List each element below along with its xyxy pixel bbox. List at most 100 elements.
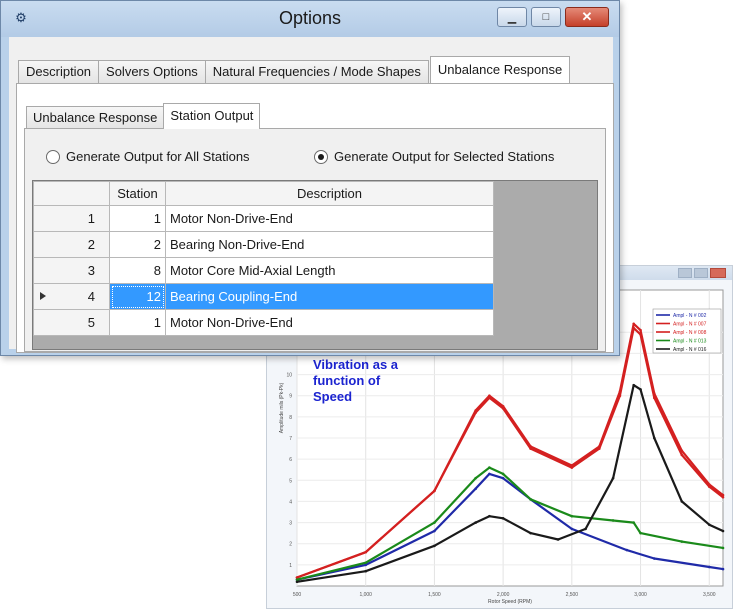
radio-all-stations-label: Generate Output for All Stations bbox=[66, 149, 250, 164]
column-header-station[interactable]: Station bbox=[109, 181, 166, 206]
series-point bbox=[598, 447, 601, 450]
radio-selected-stations[interactable]: Generate Output for Selected Stations bbox=[314, 149, 554, 164]
series-point bbox=[632, 383, 635, 387]
series-point bbox=[639, 333, 642, 336]
tab-unbalance-response[interactable]: Unbalance Response bbox=[429, 56, 571, 83]
series-point bbox=[707, 565, 711, 569]
radio-selected-stations-button[interactable] bbox=[314, 149, 328, 164]
series-point bbox=[639, 531, 642, 535]
description-cell[interactable]: Bearing Non-Drive-End bbox=[165, 231, 494, 258]
legend-entry: Ampl - N # 007 bbox=[673, 322, 707, 328]
column-header-description[interactable]: Description bbox=[165, 181, 494, 206]
subtab-station-output[interactable]: Station Output bbox=[163, 103, 261, 129]
tab-description[interactable]: Description bbox=[18, 60, 100, 83]
x-tick-label: 3,500 bbox=[703, 592, 716, 598]
series-point bbox=[474, 521, 477, 524]
series-point bbox=[652, 557, 656, 560]
series-point bbox=[570, 514, 574, 518]
row-header[interactable]: 5 bbox=[33, 309, 110, 336]
legend-entry: Ampl - N # 016 bbox=[673, 347, 707, 353]
series-point bbox=[474, 411, 477, 414]
chart-title-line-1: Vibration as a bbox=[313, 357, 399, 372]
series-point bbox=[618, 394, 622, 398]
station-cell[interactable]: 8 bbox=[109, 257, 166, 284]
series-point bbox=[433, 529, 436, 533]
radio-all-stations[interactable]: Generate Output for All Stations bbox=[46, 149, 250, 164]
table-header-row: Station Description bbox=[33, 181, 494, 206]
description-cell[interactable]: Motor Non-Drive-End bbox=[165, 205, 494, 232]
x-axis-label: Rotor Speed (RPM) bbox=[488, 599, 532, 605]
series-point bbox=[501, 476, 505, 480]
description-cell[interactable]: Bearing Coupling-End bbox=[165, 283, 494, 310]
series-point bbox=[501, 472, 505, 476]
series-point bbox=[501, 517, 505, 520]
y-tick-label: 10 bbox=[286, 373, 292, 379]
series-point bbox=[652, 436, 656, 440]
series-point bbox=[570, 527, 574, 531]
series-point bbox=[680, 453, 684, 457]
station-table: Station Description 1 1 Motor Non-Drive-… bbox=[33, 181, 494, 336]
row-header[interactable]: 3 bbox=[33, 257, 110, 284]
x-tick-label: 2,000 bbox=[497, 592, 510, 598]
row-header[interactable]: 1 bbox=[33, 205, 110, 232]
station-cell[interactable]: 12 bbox=[109, 283, 166, 310]
series-point bbox=[433, 521, 436, 524]
subtab-unbalance-response[interactable]: Unbalance Response bbox=[26, 106, 165, 129]
grid-corner-header[interactable] bbox=[33, 181, 110, 206]
series-point bbox=[488, 396, 491, 400]
maximize-button[interactable]: □ bbox=[531, 7, 561, 27]
series-point bbox=[680, 540, 684, 543]
description-cell[interactable]: Motor Core Mid-Axial Length bbox=[165, 257, 494, 284]
radio-all-stations-button[interactable] bbox=[46, 149, 60, 164]
chart-title-line-3: Speed bbox=[313, 389, 353, 404]
y-tick-label: 1 bbox=[289, 563, 292, 569]
y-tick-label: 9 bbox=[289, 394, 292, 400]
maximize-icon: □ bbox=[542, 11, 550, 23]
series-point bbox=[364, 561, 368, 565]
series-point bbox=[611, 476, 615, 480]
y-tick-label: 4 bbox=[289, 499, 292, 505]
series-point bbox=[529, 531, 532, 535]
legend-entry: Ampl - N # 013 bbox=[673, 339, 707, 345]
series-point bbox=[625, 548, 629, 552]
row-header-label: 4 bbox=[87, 289, 95, 304]
main-tabs: Description Solvers Options Natural Freq… bbox=[18, 56, 571, 83]
sub-tabs: Unbalance Response Station Output bbox=[26, 103, 261, 129]
station-cell[interactable]: 1 bbox=[109, 205, 166, 232]
x-tick-label: 3,000 bbox=[634, 592, 647, 598]
series-point bbox=[488, 472, 491, 476]
row-header[interactable]: 4 bbox=[33, 283, 110, 310]
y-tick-label: 8 bbox=[289, 415, 292, 421]
series-point bbox=[721, 546, 725, 550]
station-cell[interactable]: 2 bbox=[109, 231, 166, 258]
description-cell[interactable]: Motor Non-Drive-End bbox=[165, 309, 494, 336]
minimize-button[interactable]: ▁ bbox=[497, 7, 527, 27]
series-point bbox=[652, 396, 656, 400]
dialog-titlebar[interactable]: ⚙ Options ▁ □ ✕ bbox=[1, 1, 619, 37]
table-row[interactable]: 2 2 Bearing Non-Drive-End bbox=[33, 231, 494, 258]
table-row[interactable]: 1 1 Motor Non-Drive-End bbox=[33, 205, 494, 232]
series-point bbox=[295, 580, 299, 584]
series-point bbox=[707, 523, 711, 526]
radio-selected-dot bbox=[318, 153, 324, 160]
series-point bbox=[570, 466, 574, 469]
station-cell[interactable]: 1 bbox=[109, 309, 166, 336]
series-point bbox=[364, 550, 368, 554]
table-row-selected[interactable]: 4 12 Bearing Coupling-End bbox=[33, 283, 494, 310]
series-point bbox=[529, 498, 532, 501]
series-point bbox=[584, 527, 587, 531]
chart-title-line-2: function of bbox=[313, 373, 381, 388]
row-header[interactable]: 2 bbox=[33, 231, 110, 258]
legend-entry: Ampl - N # 002 bbox=[673, 313, 707, 319]
series-point bbox=[488, 514, 491, 518]
series-point bbox=[639, 328, 642, 332]
close-button[interactable]: ✕ bbox=[565, 7, 609, 27]
tab-natural-frequencies[interactable]: Natural Frequencies / Mode Shapes bbox=[204, 60, 429, 83]
table-row[interactable]: 5 1 Motor Non-Drive-End bbox=[33, 309, 494, 336]
series-point bbox=[721, 529, 725, 533]
tab-solvers-options[interactable]: Solvers Options bbox=[98, 60, 206, 83]
series-point bbox=[501, 407, 505, 410]
table-row[interactable]: 3 8 Motor Core Mid-Axial Length bbox=[33, 257, 494, 284]
series-point bbox=[721, 495, 725, 499]
y-tick-label: 3 bbox=[289, 521, 292, 527]
